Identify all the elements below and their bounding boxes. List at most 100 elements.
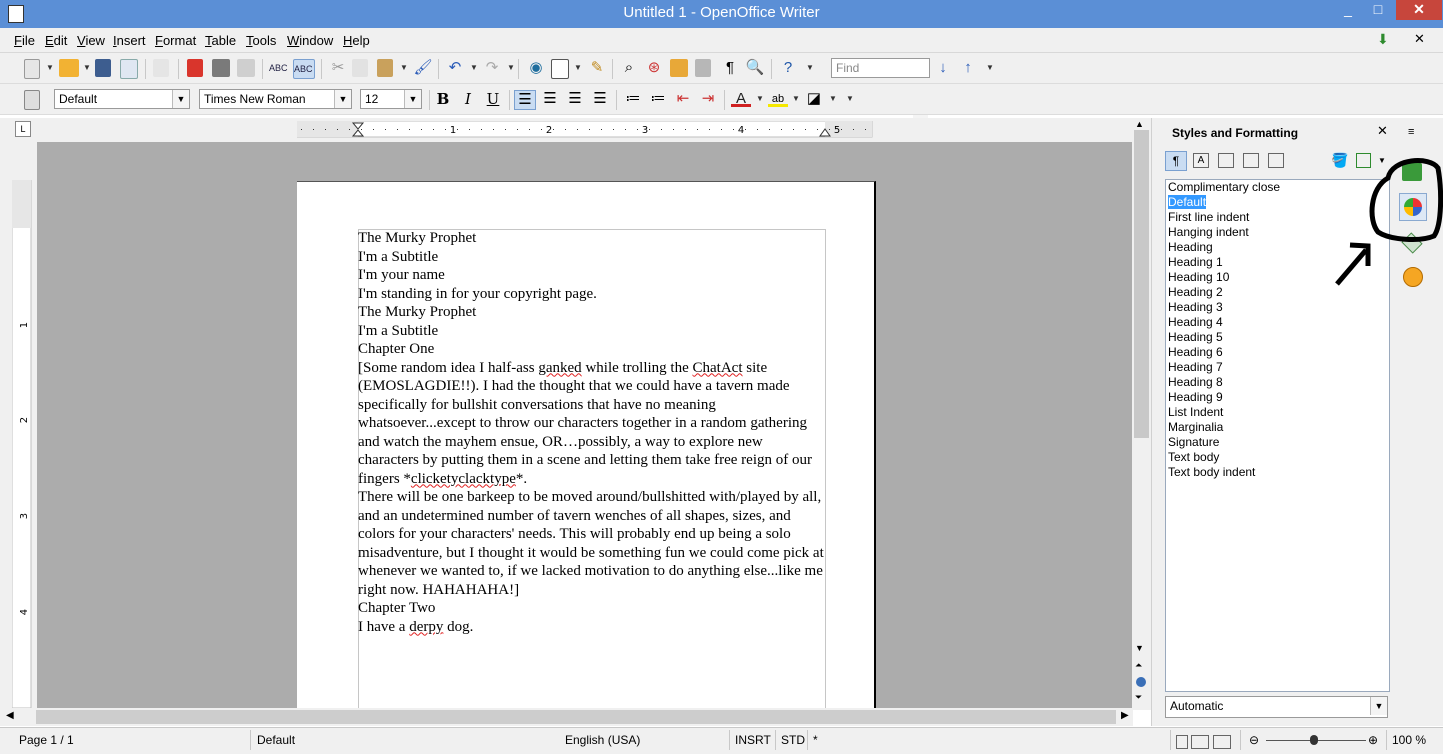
decrease-indent-icon[interactable]: ⇤ xyxy=(673,90,693,108)
cut-icon[interactable]: ✂ xyxy=(328,59,348,77)
highlight-icon[interactable]: ab xyxy=(768,90,788,107)
font-size-select[interactable]: 12 ▼ xyxy=(360,89,422,109)
close-document-icon[interactable]: ✕ xyxy=(1414,31,1425,47)
style-item[interactable]: Heading 8 xyxy=(1166,375,1389,390)
style-item[interactable]: Text body indent xyxy=(1166,465,1389,480)
list-styles-icon[interactable] xyxy=(1268,153,1284,168)
print-preview-icon[interactable] xyxy=(237,59,255,77)
auto-spellcheck-icon[interactable]: ABC xyxy=(293,59,315,79)
horizontal-ruler[interactable]: 1 2 3 4 5 xyxy=(297,121,873,138)
paragraph-styles-icon[interactable]: ¶ xyxy=(1165,151,1187,171)
new-document-icon[interactable] xyxy=(24,59,40,79)
scroll-down-icon[interactable]: ▼ xyxy=(1135,643,1144,653)
menu-edit[interactable]: Edit xyxy=(45,33,67,48)
edit-file-icon[interactable] xyxy=(153,59,169,77)
undo-icon[interactable]: ↶ xyxy=(445,59,465,77)
font-color-dropdown-icon[interactable]: ▼ xyxy=(756,94,764,103)
selection-mode[interactable]: STD xyxy=(781,733,805,747)
page-count[interactable]: Page 1 / 1 xyxy=(19,733,74,747)
background-dropdown-icon[interactable]: ▼ xyxy=(829,94,837,103)
style-item[interactable]: Heading 7 xyxy=(1166,360,1389,375)
open-dropdown-icon[interactable]: ▼ xyxy=(83,63,91,72)
gallery-icon[interactable] xyxy=(670,59,688,77)
frame-styles-icon[interactable] xyxy=(1218,153,1234,168)
menu-file[interactable]: File xyxy=(14,33,35,48)
navigator-icon[interactable]: ⊛ xyxy=(644,59,664,77)
open-folder-icon[interactable] xyxy=(59,59,79,77)
undo-dropdown-icon[interactable]: ▼ xyxy=(470,63,478,72)
sidebar-close-icon[interactable]: ✕ xyxy=(1377,123,1388,139)
font-name-select[interactable]: Times New Roman ▼ xyxy=(199,89,352,109)
menu-insert[interactable]: Insert xyxy=(113,33,146,48)
hyperlink-icon[interactable]: ◉ xyxy=(526,59,546,77)
sidebar-menu-icon[interactable]: ≡ xyxy=(1408,126,1414,138)
minimize-button[interactable]: _ xyxy=(1333,0,1363,20)
zoom-slider-thumb[interactable] xyxy=(1310,735,1318,745)
next-page-icon[interactable]: ⏷ xyxy=(1135,692,1142,703)
style-item[interactable]: Heading 9 xyxy=(1166,390,1389,405)
bold-icon[interactable]: B xyxy=(433,90,453,108)
navigation-icon[interactable] xyxy=(1136,677,1146,687)
increase-indent-icon[interactable]: ⇥ xyxy=(698,90,718,108)
copy-icon[interactable] xyxy=(352,59,368,77)
styles-formatting-icon[interactable] xyxy=(24,90,40,110)
single-page-view-icon[interactable] xyxy=(1176,735,1188,749)
export-pdf-icon[interactable] xyxy=(187,59,203,77)
email-icon[interactable] xyxy=(120,59,138,79)
find-next-icon[interactable]: ↓ xyxy=(933,59,953,77)
zoom-level[interactable]: 100 % xyxy=(1392,733,1426,747)
find-input[interactable]: Find xyxy=(831,58,930,78)
close-button[interactable]: ✕ xyxy=(1396,0,1442,20)
menu-tools[interactable]: Tools xyxy=(246,33,276,48)
page-style[interactable]: Default xyxy=(257,733,295,747)
zoom-icon[interactable]: 🔍 xyxy=(745,59,765,77)
redo-dropdown-icon[interactable]: ▼ xyxy=(507,63,515,72)
menu-format[interactable]: Format xyxy=(155,33,196,48)
find-replace-icon[interactable]: ⌕ xyxy=(619,59,639,77)
italic-icon[interactable]: I xyxy=(458,90,478,108)
table-dropdown-icon[interactable]: ▼ xyxy=(574,63,582,72)
paste-icon[interactable] xyxy=(377,59,393,77)
vertical-scroll-thumb[interactable] xyxy=(1134,130,1149,438)
previous-page-icon[interactable]: ⏶ xyxy=(1135,660,1142,671)
update-icon[interactable]: ⬇ xyxy=(1377,31,1395,47)
help-icon[interactable]: ? xyxy=(778,59,798,77)
page-styles-icon[interactable] xyxy=(1243,153,1259,168)
paragraph-style-select[interactable]: Default ▼ xyxy=(54,89,190,109)
align-center-icon[interactable]: ☰ xyxy=(540,90,560,108)
paste-dropdown-icon[interactable]: ▼ xyxy=(400,63,408,72)
zoom-in-icon[interactable]: ⊕ xyxy=(1368,733,1378,747)
style-item[interactable]: Signature xyxy=(1166,435,1389,450)
align-left-icon[interactable]: ☰ xyxy=(514,90,536,110)
style-item[interactable]: Marginalia xyxy=(1166,420,1389,435)
draw-functions-icon[interactable]: ✎ xyxy=(587,59,607,77)
horizontal-scroll-thumb[interactable] xyxy=(36,710,1116,724)
scroll-up-icon[interactable]: ▲ xyxy=(1135,119,1144,129)
menu-help[interactable]: Help xyxy=(343,33,370,48)
justify-icon[interactable]: ☰ xyxy=(590,90,610,108)
insert-mode[interactable]: INSRT xyxy=(735,733,771,747)
menu-view[interactable]: View xyxy=(77,33,105,48)
style-item[interactable]: Heading 3 xyxy=(1166,300,1389,315)
background-color-icon[interactable]: ◪ xyxy=(804,90,824,108)
new-dropdown-icon[interactable]: ▼ xyxy=(46,63,54,72)
style-item[interactable]: List Indent xyxy=(1166,405,1389,420)
numbering-icon[interactable]: ≔ xyxy=(623,90,643,108)
maximize-button[interactable]: □ xyxy=(1363,0,1393,20)
menu-window[interactable]: Window xyxy=(287,33,333,48)
redo-icon[interactable]: ↷ xyxy=(482,59,502,77)
style-item[interactable]: Text body xyxy=(1166,450,1389,465)
vertical-ruler[interactable]: 1 2 3 4 xyxy=(12,180,32,710)
save-icon[interactable] xyxy=(95,59,111,77)
align-right-icon[interactable]: ☰ xyxy=(565,90,585,108)
data-sources-icon[interactable] xyxy=(695,59,711,77)
style-item[interactable]: Heading 5 xyxy=(1166,330,1389,345)
menu-table[interactable]: Table xyxy=(205,33,236,48)
style-item[interactable]: Heading 4 xyxy=(1166,315,1389,330)
style-item[interactable]: Heading 6 xyxy=(1166,345,1389,360)
print-icon[interactable] xyxy=(212,59,230,77)
bullets-icon[interactable]: ≔ xyxy=(648,90,668,108)
character-styles-icon[interactable]: A xyxy=(1193,153,1209,168)
zoom-out-icon[interactable]: ⊖ xyxy=(1249,733,1259,747)
book-view-icon[interactable] xyxy=(1213,735,1231,749)
